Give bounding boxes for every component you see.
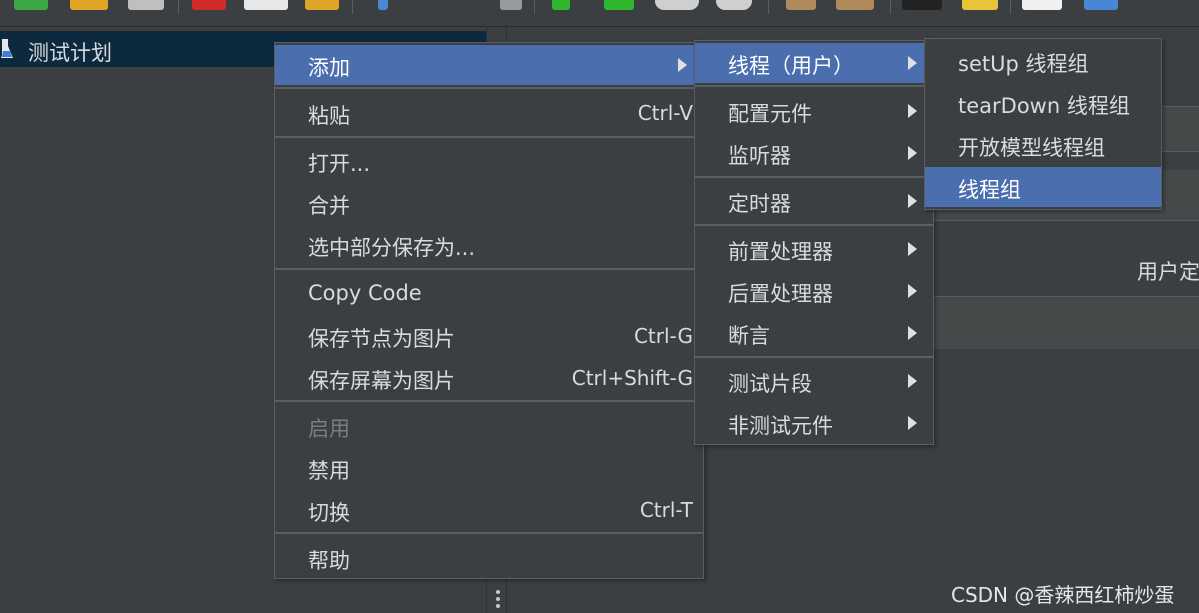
stop-icon[interactable] [655, 0, 699, 10]
threads-submenu: setUp 线程组 tearDown 线程组 开放模型线程组 线程组 [924, 38, 1162, 210]
menu-divider [695, 356, 933, 358]
shortcut-label: Ctrl+Shift-G [571, 366, 693, 390]
submenu-arrow-icon [908, 326, 917, 340]
submenu-arrow-icon [908, 146, 917, 160]
menu-divider [275, 268, 703, 270]
submenu-item-listener[interactable]: 监听器 [695, 133, 933, 173]
template-icon[interactable] [14, 0, 48, 10]
reset-search-icon[interactable] [962, 0, 998, 10]
submenu-item-thread-group[interactable]: 线程组 [925, 167, 1161, 207]
menu-item-save-node-as-image[interactable]: 保存节点为图片 Ctrl-G [275, 316, 703, 356]
menu-item-copy-code[interactable]: Copy Code [275, 274, 703, 314]
submenu-item-pre-processor[interactable]: 前置处理器 [695, 229, 933, 269]
menu-item-toggle[interactable]: 切换 Ctrl-T [275, 490, 703, 530]
menu-item-enable: 启用 [308, 417, 350, 441]
menu-item-save-screen-as-image[interactable]: 保存屏幕为图片 Ctrl+Shift-G [275, 358, 703, 398]
submenu-item-teardown-thread-group[interactable]: tearDown 线程组 [925, 83, 1161, 123]
submenu-arrow-icon [908, 416, 917, 430]
menu-divider [695, 224, 933, 226]
paste-icon[interactable] [305, 0, 339, 10]
menu-divider [275, 87, 703, 89]
shortcut-label: Ctrl-T [639, 498, 693, 522]
submenu-item-post-processor[interactable]: 后置处理器 [695, 271, 933, 311]
submenu-arrow-icon [908, 56, 917, 70]
clear-all-icon[interactable] [836, 0, 874, 10]
clear-icon[interactable] [786, 0, 816, 10]
submenu-item-threads[interactable]: 线程（用户） [695, 43, 933, 83]
shutdown-icon[interactable] [716, 0, 752, 10]
watermark: CSDN @香辣西红柿炒蛋 [951, 583, 1175, 607]
submenu-arrow-icon [678, 58, 687, 72]
search-icon[interactable] [902, 0, 942, 10]
toolbar [0, 0, 1199, 27]
menu-item-open[interactable]: 打开... [275, 141, 703, 181]
menu-divider [275, 532, 703, 534]
shortcut-label: Ctrl-G [633, 324, 693, 348]
menu-divider [275, 136, 703, 138]
user-defined-variables-label: 用户定 [1137, 260, 1199, 284]
submenu-arrow-icon [908, 104, 917, 118]
menu-item-save-selection-as[interactable]: 选中部分保存为... [275, 225, 703, 265]
menu-divider [695, 85, 933, 87]
wand-icon[interactable] [500, 0, 522, 10]
menu-item-help[interactable]: 帮助 [275, 538, 703, 578]
submenu-item-non-test-elements[interactable]: 非测试元件 [695, 403, 933, 443]
menu-item-paste[interactable]: 粘贴 Ctrl-V [275, 93, 703, 133]
submenu-arrow-icon [908, 284, 917, 298]
menu-divider [695, 176, 933, 178]
help-icon[interactable] [1084, 0, 1118, 10]
submenu-arrow-icon [908, 242, 917, 256]
context-menu: 添加 粘贴 Ctrl-V 打开... 合并 选中部分保存为... Copy Co… [274, 42, 704, 579]
copy-icon[interactable] [244, 0, 288, 10]
submenu-item-test-fragment[interactable]: 测试片段 [695, 361, 933, 401]
tree-item-label: 测试计划 [28, 41, 112, 65]
menu-item-disable[interactable]: 禁用 [275, 448, 703, 488]
cut-icon[interactable] [192, 0, 226, 10]
function-helper-icon[interactable] [1022, 0, 1062, 10]
start-icon[interactable] [552, 0, 570, 10]
save-icon[interactable] [128, 0, 164, 10]
submenu-item-open-model-thread-group[interactable]: 开放模型线程组 [925, 125, 1161, 165]
submenu-item-timer[interactable]: 定时器 [695, 181, 933, 221]
submenu-item-config-element[interactable]: 配置元件 [695, 91, 933, 131]
test-plan-icon [1, 39, 13, 58]
menu-item-add[interactable]: 添加 [275, 45, 703, 85]
splitter-grip-icon[interactable] [496, 590, 500, 611]
menu-item-merge[interactable]: 合并 [275, 183, 703, 223]
menu-divider [275, 400, 703, 402]
right-panel-table-header [926, 296, 1199, 349]
add-submenu: 线程（用户） 配置元件 监听器 定时器 前置处理器 后置处理器 断言 测试片段 … [694, 40, 934, 445]
submenu-arrow-icon [908, 374, 917, 388]
submenu-item-assertion[interactable]: 断言 [695, 313, 933, 353]
open-icon[interactable] [70, 0, 108, 10]
submenu-arrow-icon [908, 194, 917, 208]
submenu-item-setup-thread-group[interactable]: setUp 线程组 [925, 41, 1161, 81]
expand-icon[interactable] [378, 0, 388, 10]
start-no-pause-icon[interactable] [604, 0, 634, 10]
shortcut-label: Ctrl-V [637, 101, 693, 125]
